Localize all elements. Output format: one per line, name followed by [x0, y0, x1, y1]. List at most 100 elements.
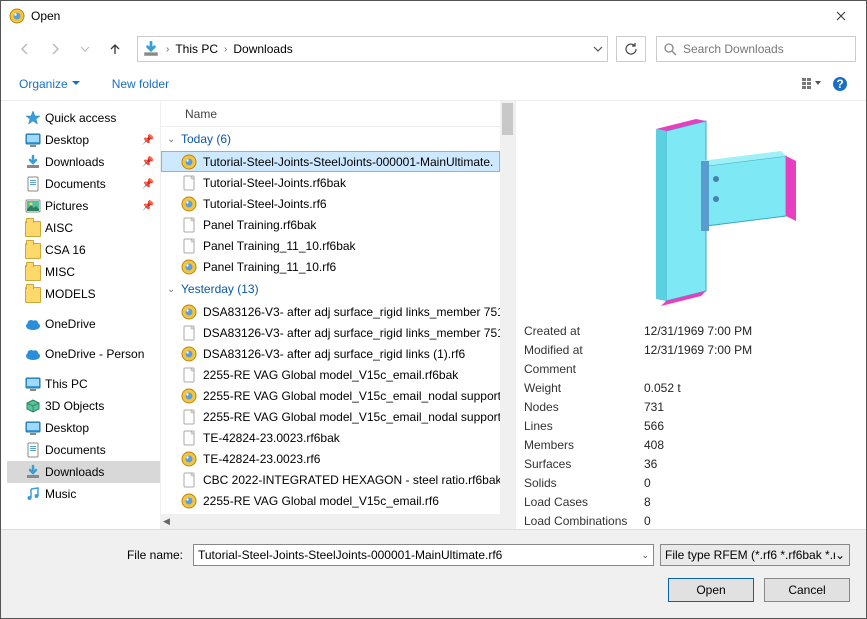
- file-row[interactable]: DSA83126-V3- after adj surface_rigid lin…: [161, 322, 500, 343]
- file-row[interactable]: Panel Training_11_10.rf6bak: [161, 235, 500, 256]
- filetype-select[interactable]: File type RFEM (*.rf6 *.rf6bak *.r ⌄: [660, 544, 850, 566]
- filename-label: File name:: [17, 548, 187, 562]
- property-row: Members408: [516, 435, 866, 454]
- tree-onedrive[interactable]: OneDrive: [7, 313, 160, 335]
- property-label: Surfaces: [524, 457, 644, 471]
- arrow-left-icon: [18, 42, 32, 56]
- tree-onedrive-personal[interactable]: OneDrive - Person: [7, 343, 160, 365]
- property-label: Solids: [524, 476, 644, 490]
- forward-button[interactable]: [41, 35, 69, 63]
- breadcrumb-this-pc[interactable]: This PC: [173, 37, 220, 61]
- filename-input[interactable]: Tutorial-Steel-Joints-SteelJoints-000001…: [193, 544, 654, 566]
- close-button[interactable]: [818, 2, 864, 31]
- file-group-header[interactable]: ⌄Yesterday (13): [161, 277, 500, 301]
- search-input[interactable]: Search Downloads: [656, 36, 856, 62]
- file-row[interactable]: 2255-RE VAG Global model_V15c_email.rf6b…: [161, 364, 500, 385]
- pin-icon: 📌: [142, 201, 154, 212]
- tree-downloads[interactable]: Downloads📌: [7, 151, 160, 173]
- search-placeholder: Search Downloads: [683, 42, 784, 56]
- refresh-button[interactable]: [616, 36, 646, 62]
- property-label: Comment: [524, 362, 644, 376]
- file-row[interactable]: TE-42824-23.0023.rf6: [161, 448, 500, 469]
- property-label: Load Cases: [524, 495, 644, 509]
- file-row[interactable]: 2255-RE VAG Global model_V15c_email.rf6: [161, 490, 500, 511]
- tree-documents[interactable]: Documents📌: [7, 173, 160, 195]
- arrow-right-icon: [48, 42, 62, 56]
- backup-file-icon: [181, 175, 197, 191]
- file-list-hscrollbar[interactable]: ◀ ▶: [161, 514, 515, 529]
- file-list-scrollbar[interactable]: [500, 101, 515, 529]
- file-row[interactable]: Panel Training_11_10.rf6: [161, 256, 500, 277]
- help-button[interactable]: [826, 76, 854, 92]
- chevron-right-icon: ›: [162, 44, 173, 55]
- tree-folder-models[interactable]: MODELS: [7, 283, 160, 305]
- music-icon: [25, 486, 41, 502]
- cancel-button[interactable]: Cancel: [764, 578, 850, 602]
- file-row[interactable]: Tutorial-Steel-Joints-SteelJoints-000001…: [161, 151, 500, 172]
- property-value: 0.052 t: [644, 381, 681, 395]
- file-row[interactable]: Tutorial-Steel-Joints.rf6: [161, 193, 500, 214]
- view-icon: [802, 77, 822, 91]
- property-value: 731: [644, 400, 664, 414]
- address-bar[interactable]: › This PC › Downloads: [137, 36, 608, 62]
- rf6-file-icon: [181, 304, 197, 320]
- view-options-button[interactable]: [798, 77, 826, 91]
- tree-documents2[interactable]: Documents: [7, 439, 160, 461]
- tree-downloads2[interactable]: Downloads: [7, 461, 160, 483]
- file-name: TE-42824-23.0023.rf6: [203, 452, 320, 466]
- pin-icon: 📌: [142, 179, 154, 190]
- property-value: 408: [644, 438, 664, 452]
- file-row[interactable]: CBC 2022-INTEGRATED HEXAGON - steel rati…: [161, 469, 500, 490]
- back-button[interactable]: [11, 35, 39, 63]
- tree-folder-aisc[interactable]: AISC: [7, 217, 160, 239]
- file-row[interactable]: 2255-RE VAG Global model_V15c_email_noda…: [161, 406, 500, 427]
- file-name: 2255-RE VAG Global model_V15c_email.rf6b…: [203, 368, 458, 382]
- recent-dropdown[interactable]: [71, 35, 99, 63]
- property-value: 0: [644, 514, 651, 528]
- file-name: DSA83126-V3- after adj surface_rigid lin…: [203, 305, 500, 319]
- search-icon: [663, 42, 677, 56]
- tree-desktop2[interactable]: Desktop: [7, 417, 160, 439]
- tree-3d-objects[interactable]: 3D Objects: [7, 395, 160, 417]
- file-row[interactable]: Tutorial-Steel-Joints.rf6bak: [161, 172, 500, 193]
- file-name: Tutorial-Steel-Joints.rf6bak: [203, 176, 346, 190]
- property-label: Load Combinations: [524, 514, 644, 528]
- file-row[interactable]: 2255-RE VAG Global model_V15c_email_noda…: [161, 385, 500, 406]
- tree-folder-csa16[interactable]: CSA 16: [7, 239, 160, 261]
- property-row: Surfaces36: [516, 454, 866, 473]
- backup-file-icon: [181, 325, 197, 341]
- tree-music[interactable]: Music: [7, 483, 160, 505]
- file-row[interactable]: DSA83126-V3- after adj surface_rigid lin…: [161, 343, 500, 364]
- file-row[interactable]: TE-42824-23.0023.rf6bak: [161, 427, 500, 448]
- column-header-name[interactable]: Name: [161, 101, 515, 127]
- folder-icon: [25, 287, 41, 303]
- tree-pictures[interactable]: Pictures📌: [7, 195, 160, 217]
- chevron-down-icon[interactable]: [593, 44, 603, 54]
- property-value: 12/31/1969 7:00 PM: [644, 343, 752, 357]
- backup-file-icon: [181, 367, 197, 383]
- rf6-file-icon: [181, 493, 197, 509]
- breadcrumb-downloads[interactable]: Downloads: [231, 37, 294, 61]
- new-folder-button[interactable]: New folder: [106, 73, 175, 95]
- tree-quick-access[interactable]: Quick access: [7, 107, 160, 129]
- pictures-icon: [25, 198, 41, 214]
- chevron-right-icon: ›: [220, 44, 231, 55]
- tree-this-pc[interactable]: This PC: [7, 373, 160, 395]
- tree-desktop[interactable]: Desktop📌: [7, 129, 160, 151]
- rf6-file-icon: [181, 259, 197, 275]
- file-group-header[interactable]: ⌄Today (6): [161, 127, 500, 151]
- refresh-icon: [624, 42, 638, 56]
- folder-icon: [25, 265, 41, 281]
- rf6-file-icon: [181, 196, 197, 212]
- up-button[interactable]: [101, 35, 129, 63]
- tree-folder-misc[interactable]: MISC: [7, 261, 160, 283]
- file-row[interactable]: Panel Training.rf6bak: [161, 214, 500, 235]
- file-name: 2255-RE VAG Global model_V15c_email.rf6: [203, 494, 439, 508]
- chevron-down-icon: ⌄: [641, 550, 649, 561]
- property-row: Load Combinations0: [516, 511, 866, 529]
- navigation-tree[interactable]: Quick access Desktop📌 Downloads📌 Documen…: [1, 101, 161, 529]
- open-button[interactable]: Open: [668, 578, 754, 602]
- organize-button[interactable]: Organize: [13, 73, 86, 95]
- property-row: Modified at12/31/1969 7:00 PM: [516, 340, 866, 359]
- file-row[interactable]: DSA83126-V3- after adj surface_rigid lin…: [161, 301, 500, 322]
